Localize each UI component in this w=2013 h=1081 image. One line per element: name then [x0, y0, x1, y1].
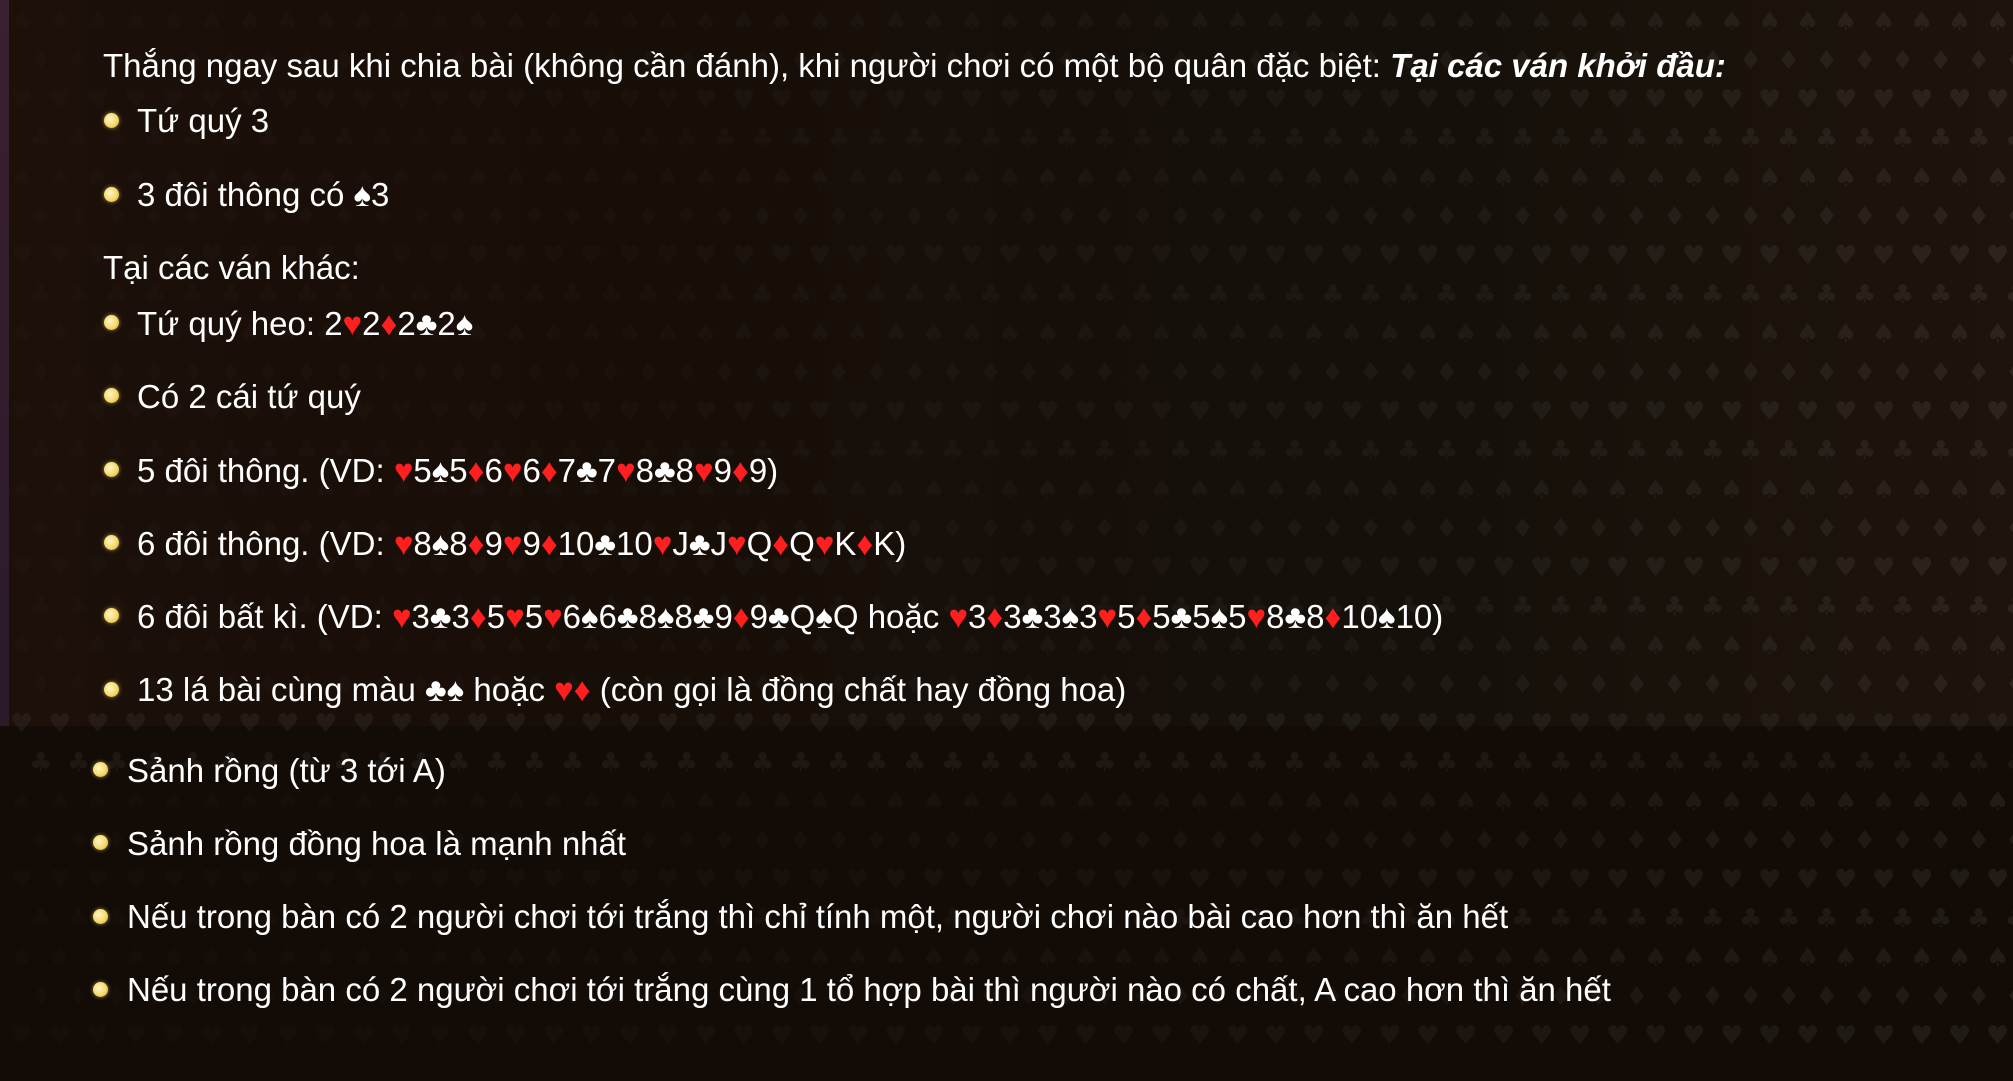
red-suit-icon: ♥♦	[554, 671, 591, 708]
red-suit-icon: ♥	[391, 598, 412, 635]
other-game-item-3: 5 đôi thông. (VD: ♥5♠5♦6♥6♦7♣7♥8♣8♥9♦9)	[137, 451, 778, 491]
item-text-segment: 8♣8	[1266, 598, 1325, 635]
first-game-item-1: Tứ quý 3	[137, 101, 269, 141]
item-text-segment: 8♣8	[635, 452, 695, 489]
intro-lead-text: Thắng ngay sau khi chia bài (không cần đ…	[103, 47, 1391, 84]
red-suit-icon: ♥	[502, 452, 523, 489]
red-suit-icon: ♦	[732, 598, 750, 635]
red-suit-icon: ♥	[502, 525, 523, 562]
item-text-segment: 5♣5♠5	[1152, 598, 1247, 635]
item-text-segment: 9)	[748, 452, 779, 489]
item-text-segment: 7♣7	[557, 452, 617, 489]
other-game-item-6: 13 lá bài cùng màu ♣♠ hoặc ♥♦ (còn gọi l…	[137, 670, 1126, 710]
item-text-segment: 5 đôi thông. (VD:	[137, 452, 394, 489]
item-text-segment: 9	[484, 525, 503, 562]
item-text-segment: 9♣Q♠Q hoặc	[749, 598, 949, 635]
intro-paragraph: Thắng ngay sau khi chia bài (không cần đ…	[103, 46, 1726, 86]
bullet-dot-icon	[104, 608, 119, 623]
red-suit-icon: ♦	[986, 598, 1004, 635]
item-text-segment: 6 đôi bất kì. (VD:	[137, 598, 392, 635]
item-text-segment: 6	[484, 452, 503, 489]
item-text-segment: 9	[522, 525, 541, 562]
bullet-dot-icon	[104, 187, 119, 202]
item-text-segment: J♣J	[672, 525, 727, 562]
red-suit-icon: ♥	[393, 452, 414, 489]
red-suit-icon: ♦	[380, 305, 398, 342]
lower-item-3: Nếu trong bàn có 2 người chơi tới trắng …	[127, 898, 1509, 935]
bullet-dot-icon	[104, 113, 119, 128]
other-game-item-2: Có 2 cái tứ quý	[137, 377, 361, 417]
item-text-segment: 5	[1117, 598, 1136, 635]
item-text-segment: Tứ quý 3	[137, 102, 270, 139]
first-game-item-2: 3 đôi thông có ♠3	[137, 175, 389, 215]
red-suit-icon: ♥	[1097, 598, 1118, 635]
item-text-segment: 3	[968, 598, 987, 635]
red-suit-icon: ♥	[694, 452, 714, 489]
item-text-segment: 8♠8	[413, 525, 468, 562]
item-text-segment: (còn gọi là đồng chất hay đồng hoa)	[590, 671, 1127, 708]
red-suit-icon: ♥	[814, 525, 835, 562]
item-text-segment: Có 2 cái tứ quý	[137, 378, 361, 415]
bullet-dot-icon	[93, 762, 108, 777]
red-suit-icon: ♥	[1246, 598, 1267, 635]
red-suit-icon: ♦	[856, 525, 874, 562]
item-text-segment: K	[834, 525, 857, 562]
bullet-dot-icon	[93, 835, 108, 850]
item-text-segment: Q	[789, 525, 815, 562]
item-text-segment: Tứ quý heo: 2	[137, 305, 343, 342]
red-suit-icon: ♥	[342, 305, 363, 342]
item-text-segment: 2♣2♠	[397, 305, 474, 342]
bullet-dot-icon	[104, 682, 119, 697]
item-text-segment: 10♣10	[557, 525, 653, 562]
red-suit-icon: ♦	[540, 525, 558, 562]
item-text-segment: 6	[522, 452, 541, 489]
bullet-dot-icon	[104, 462, 119, 477]
red-suit-icon: ♥	[616, 452, 636, 489]
item-text-segment: 3♣3♠3	[1003, 598, 1098, 635]
item-text-segment: 5	[486, 598, 506, 635]
bullet-dot-icon	[104, 388, 119, 403]
rules-content: Thắng ngay sau khi chia bài (không cần đ…	[0, 0, 2013, 1081]
item-text-segment: 2	[362, 305, 381, 342]
red-suit-icon: ♦	[467, 452, 485, 489]
item-text-segment: 5♠5	[413, 452, 468, 489]
bullet-dot-icon	[104, 535, 119, 550]
red-suit-icon: ♥	[543, 598, 563, 635]
red-suit-icon: ♦	[467, 525, 485, 562]
item-text-segment: 13 lá bài cùng màu ♣♠ hoặc	[137, 671, 555, 708]
bullet-dot-icon	[93, 982, 108, 997]
other-game-item-5: 6 đôi bất kì. (VD: ♥3♣3♦5♥5♥6♠6♣8♠8♣9♦9♣…	[137, 597, 1443, 637]
item-text-segment: 5	[524, 598, 544, 635]
red-suit-icon: ♦	[731, 452, 749, 489]
lower-item-1: Sảnh rồng (từ 3 tới A)	[127, 752, 446, 789]
bullet-dot-icon	[104, 315, 119, 330]
lower-item-4: Nếu trong bàn có 2 người chơi tới trắng …	[127, 971, 1611, 1008]
red-suit-icon: ♥	[948, 598, 969, 635]
red-suit-icon: ♥	[393, 525, 414, 562]
red-suit-icon: ♥	[505, 598, 525, 635]
other-game-item-1: Tứ quý heo: 2♥2♦2♣2♠	[137, 304, 473, 344]
red-suit-icon: ♦	[1324, 598, 1342, 635]
item-text-segment: 3♣3	[411, 598, 470, 635]
intro-emphasis-text: Tại các ván khởi đầu:	[1390, 47, 1726, 84]
other-games-heading: Tại các ván khác:	[103, 249, 360, 286]
bullet-dot-icon	[93, 909, 108, 924]
item-text-segment: K)	[873, 525, 907, 562]
red-suit-icon: ♥	[652, 525, 673, 562]
red-suit-icon: ♦	[1135, 598, 1153, 635]
item-text-segment: 6♠6♣8♠8♣9	[562, 598, 733, 635]
red-suit-icon: ♥	[727, 525, 747, 562]
red-suit-icon: ♦	[540, 452, 558, 489]
lower-item-2: Sảnh rồng đồng hoa là mạnh nhất	[127, 825, 627, 862]
item-text-segment: 6 đôi thông. (VD:	[137, 525, 394, 562]
other-game-item-4: 6 đôi thông. (VD: ♥8♠8♦9♥9♦10♣10♥J♣J♥Q♦Q…	[137, 524, 906, 564]
red-suit-icon: ♦	[469, 598, 487, 635]
red-suit-icon: ♦	[772, 525, 790, 562]
item-text-segment: 3 đôi thông có ♠3	[137, 176, 390, 213]
item-text-segment: 10♠10)	[1341, 598, 1444, 635]
item-text-segment: 9	[713, 452, 732, 489]
item-text-segment: Q	[746, 525, 773, 562]
